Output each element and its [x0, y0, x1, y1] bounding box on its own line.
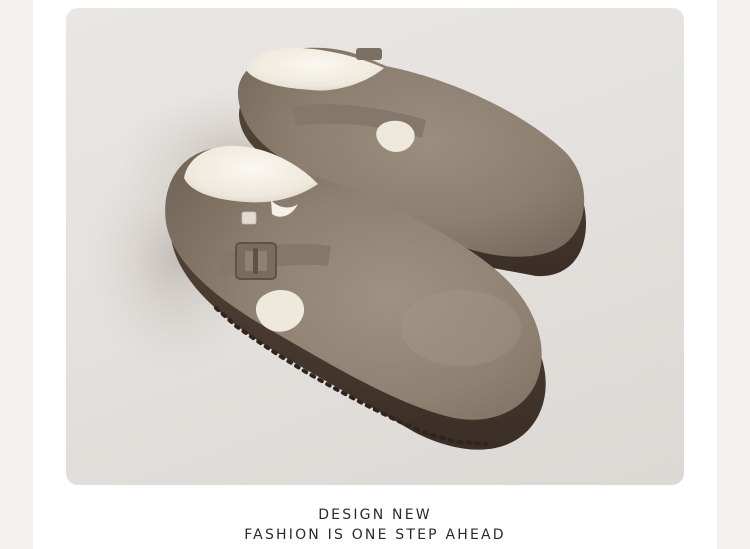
- tagline-line-2: FASHION IS ONE STEP AHEAD: [244, 527, 506, 543]
- product-photo-shoes: [86, 47, 587, 450]
- product-image-panel: [66, 8, 684, 485]
- right-side-strip: [717, 0, 750, 549]
- left-side-strip: [0, 0, 33, 549]
- buckle: [235, 242, 277, 280]
- tagline-line-1: DESIGN NEW: [318, 507, 432, 523]
